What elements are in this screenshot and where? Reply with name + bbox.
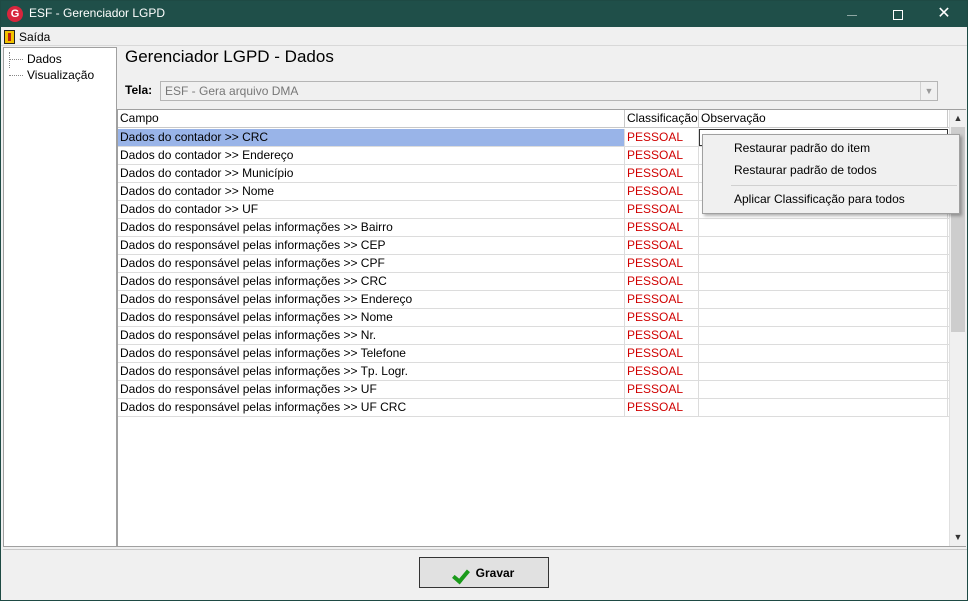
cell-campo[interactable]: Dados do contador >> Nome [118,183,625,200]
cell-campo[interactable]: Dados do responsável pelas informações >… [118,291,625,308]
page-title: Gerenciador LGPD - Dados [125,47,334,66]
table-row[interactable]: Dados do responsável pelas informações >… [118,327,949,345]
scroll-down-icon[interactable]: ▼ [950,529,966,546]
table-row[interactable]: Dados do responsável pelas informações >… [118,309,949,327]
cell-classificacao[interactable]: PESSOAL [625,309,699,326]
cell-observacao[interactable] [699,291,948,308]
cell-observacao[interactable] [699,327,948,344]
cell-classificacao[interactable]: PESSOAL [625,363,699,380]
cell-campo[interactable]: Dados do responsável pelas informações >… [118,255,625,272]
cell-campo[interactable]: Dados do contador >> CRC [118,129,625,146]
cell-classificacao[interactable]: PESSOAL [625,399,699,416]
cell-classificacao[interactable]: PESSOAL [625,129,699,146]
column-header-observacao[interactable]: Observação [699,110,948,128]
cell-campo[interactable]: Dados do contador >> Município [118,165,625,182]
app-logo-icon: G [7,6,23,22]
tree-branch [9,58,23,60]
cell-campo[interactable]: Dados do contador >> Endereço [118,147,625,164]
maximize-button[interactable] [875,1,921,27]
cell-observacao[interactable] [699,345,948,362]
cell-campo[interactable]: Dados do responsável pelas informações >… [118,309,625,326]
cell-classificacao[interactable]: PESSOAL [625,273,699,290]
cell-classificacao[interactable]: PESSOAL [625,291,699,308]
cell-observacao[interactable] [699,255,948,272]
context-menu-separator [731,185,957,186]
cell-campo[interactable]: Dados do responsável pelas informações >… [118,399,625,416]
context-menu-apply-all[interactable]: Aplicar Classificação para todos [734,189,905,209]
tree-item-visualizacao[interactable]: Visualização [9,67,94,83]
menu-exit[interactable]: Saída [4,28,50,45]
table-row[interactable]: Dados do responsável pelas informações >… [118,219,949,237]
tela-label: Tela: [125,83,153,97]
cell-classificacao[interactable]: PESSOAL [625,147,699,164]
close-icon: ✕ [937,5,951,22]
cell-classificacao[interactable]: PESSOAL [625,183,699,200]
cell-campo[interactable]: Dados do responsável pelas informações >… [118,237,625,254]
menu-bar: Saída [1,27,967,46]
cell-observacao[interactable] [699,237,948,254]
cell-campo[interactable]: Dados do responsável pelas informações >… [118,327,625,344]
menu-exit-label: Saída [19,29,51,44]
cell-observacao[interactable] [699,219,948,236]
cell-classificacao[interactable]: PESSOAL [625,219,699,236]
column-header-campo[interactable]: Campo [118,110,625,128]
tree-item-label: Visualização [27,68,95,82]
context-menu-restore-all[interactable]: Restaurar padrão de todos [734,160,877,180]
close-button[interactable]: ✕ [921,1,967,27]
maximize-icon [893,10,903,21]
tela-select[interactable]: ESF - Gera arquivo DMA ▼ [160,81,938,101]
cell-classificacao[interactable]: PESSOAL [625,201,699,218]
table-row[interactable]: Dados do responsável pelas informações >… [118,255,949,273]
cell-classificacao[interactable]: PESSOAL [625,345,699,362]
navigation-tree: Dados Visualização [3,47,117,547]
check-icon [454,565,472,581]
table-row[interactable]: Dados do responsável pelas informações >… [118,237,949,255]
table-row[interactable]: Dados do responsável pelas informações >… [118,345,949,363]
chevron-down-icon[interactable]: ▼ [920,82,937,100]
column-header-classificacao[interactable]: Classificação [625,110,699,128]
table-row[interactable]: Dados do responsável pelas informações >… [118,381,949,399]
tree-item-dados[interactable]: Dados [9,51,62,67]
tree-branch [9,74,23,76]
cell-observacao[interactable] [699,273,948,290]
tree-item-label: Dados [27,52,62,66]
cell-campo[interactable]: Dados do responsável pelas informações >… [118,363,625,380]
cell-campo[interactable]: Dados do responsável pelas informações >… [118,381,625,398]
cell-campo[interactable]: Dados do responsável pelas informações >… [118,273,625,290]
save-button[interactable]: Gravar [419,557,549,588]
exit-door-icon [4,29,15,44]
tela-select-value: ESF - Gera arquivo DMA [165,84,299,98]
scroll-up-icon[interactable]: ▲ [950,110,966,127]
cell-campo[interactable]: Dados do contador >> UF [118,201,625,218]
context-menu-restore-item[interactable]: Restaurar padrão do item [734,138,870,158]
grid-header: Campo Classificação Observação [118,110,949,128]
cell-campo[interactable]: Dados do responsável pelas informações >… [118,219,625,236]
main-window: G ESF - Gerenciador LGPD ✕ Saída Dados V… [0,0,968,601]
window-title: ESF - Gerenciador LGPD [29,6,166,20]
cell-classificacao[interactable]: PESSOAL [625,327,699,344]
minimize-button[interactable] [829,1,875,27]
table-row[interactable]: Dados do responsável pelas informações >… [118,399,949,417]
cell-campo[interactable]: Dados do responsável pelas informações >… [118,345,625,362]
title-bar[interactable]: G ESF - Gerenciador LGPD ✕ [1,1,967,27]
save-button-label: Gravar [475,565,515,580]
table-row[interactable]: Dados do responsável pelas informações >… [118,363,949,381]
table-row[interactable]: Dados do responsável pelas informações >… [118,273,949,291]
cell-observacao[interactable] [699,363,948,380]
cell-classificacao[interactable]: PESSOAL [625,381,699,398]
table-row[interactable]: Dados do responsável pelas informações >… [118,291,949,309]
cell-classificacao[interactable]: PESSOAL [625,165,699,182]
cell-observacao[interactable] [699,309,948,326]
cell-classificacao[interactable]: PESSOAL [625,255,699,272]
cell-classificacao[interactable]: PESSOAL [625,237,699,254]
cell-observacao[interactable] [699,399,948,416]
context-menu: Restaurar padrão do item Restaurar padrã… [702,134,960,214]
minimize-icon [847,14,857,16]
cell-observacao[interactable] [699,381,948,398]
